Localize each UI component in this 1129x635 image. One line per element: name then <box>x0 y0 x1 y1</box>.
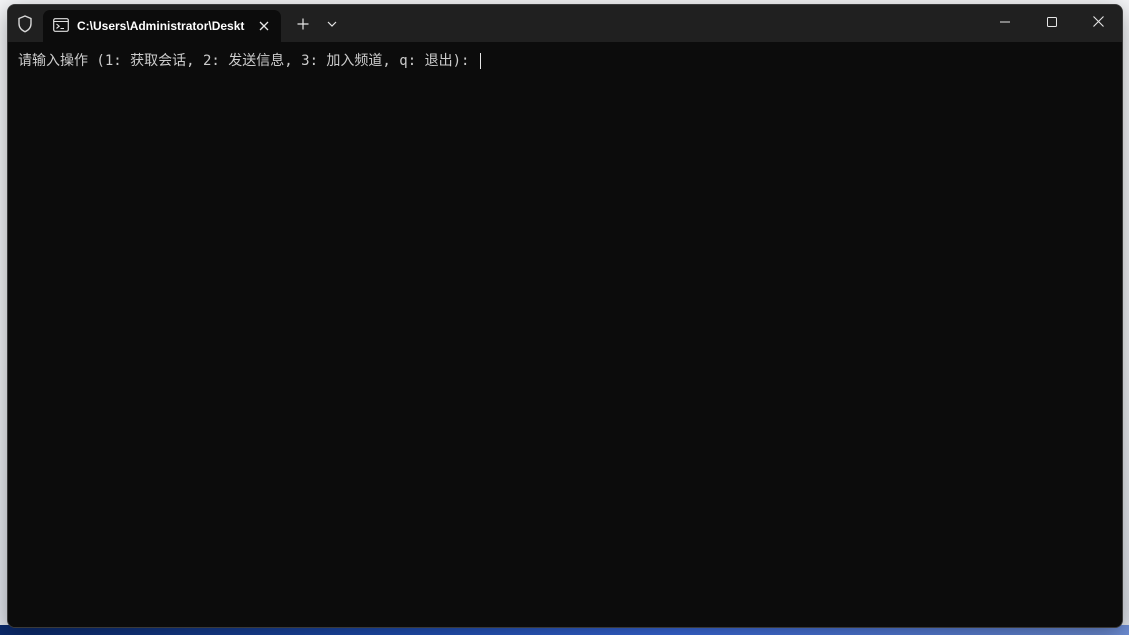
close-icon <box>1092 16 1104 27</box>
plus-icon <box>297 18 309 30</box>
title-bar[interactable]: C:\Users\Administrator\Deskt <box>8 5 1122 42</box>
terminal-window: C:\Users\Administrator\Deskt 请输入操作 (1: 获… <box>7 4 1123 628</box>
terminal-icon <box>53 18 69 32</box>
tab-terminal[interactable]: C:\Users\Administrator\Deskt <box>43 10 281 42</box>
close-icon <box>259 21 269 31</box>
desktop-background: C:\Users\Administrator\Deskt 请输入操作 (1: 获… <box>0 0 1129 635</box>
minimize-button[interactable] <box>982 5 1028 38</box>
maximize-icon <box>1047 16 1057 27</box>
minimize-icon <box>1000 21 1010 22</box>
shield-icon <box>18 15 32 33</box>
text-cursor <box>479 53 481 69</box>
maximize-button[interactable] <box>1029 5 1075 38</box>
terminal-prompt-line: 请输入操作 (1: 获取会话, 2: 发送信息, 3: 加入频道, q: 退出)… <box>18 52 481 70</box>
tab-close-button[interactable] <box>253 15 275 37</box>
close-window-button[interactable] <box>1075 5 1121 38</box>
chevron-down-icon <box>327 21 337 27</box>
tab-title: C:\Users\Administrator\Deskt <box>77 19 245 33</box>
terminal-prompt: 请输入操作 (1: 获取会话, 2: 发送信息, 3: 加入频道, q: 退出)… <box>18 53 478 69</box>
tab-dropdown-button[interactable] <box>321 13 343 35</box>
new-tab-button[interactable] <box>292 13 314 35</box>
admin-shield-button[interactable] <box>14 13 36 35</box>
terminal-output[interactable]: 请输入操作 (1: 获取会话, 2: 发送信息, 3: 加入频道, q: 退出)… <box>8 42 1122 627</box>
